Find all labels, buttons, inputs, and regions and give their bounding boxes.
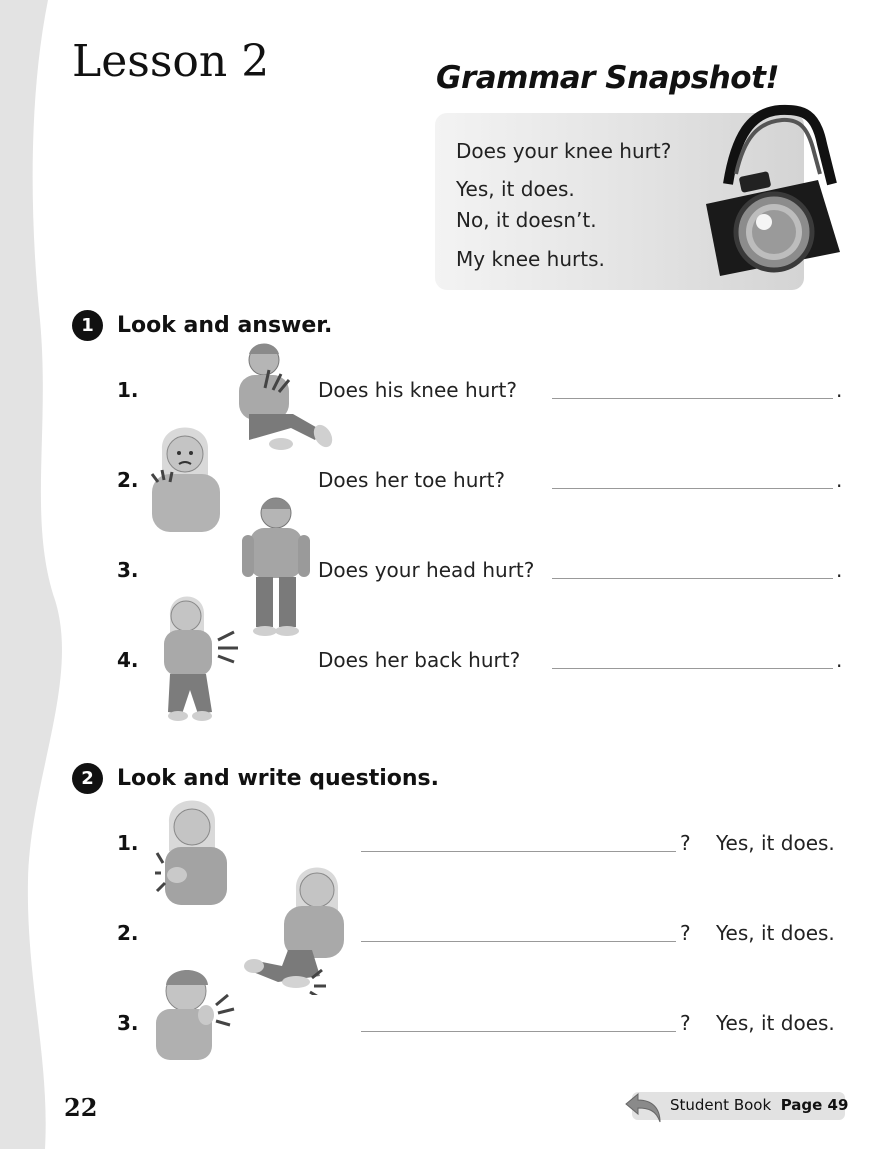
item-number: 2.	[117, 468, 139, 492]
snapshot-line: Yes, it does.	[456, 177, 575, 201]
item-number: 1.	[117, 378, 139, 402]
camera-icon	[706, 104, 840, 276]
question-blank[interactable]	[361, 851, 676, 852]
question-text: Does his knee hurt?	[318, 378, 517, 402]
question-blank[interactable]	[361, 1031, 676, 1032]
question-text: Does your head hurt?	[318, 558, 535, 582]
item-number: 3.	[117, 1011, 139, 1035]
section-number-badge: 1	[72, 310, 103, 341]
question-mark: ?	[680, 921, 691, 945]
girl-hand-hurt-illustration	[155, 800, 227, 905]
section-number-badge: 2	[72, 763, 103, 794]
item-number: 4.	[117, 648, 139, 672]
period: .	[836, 378, 843, 402]
period: .	[836, 468, 843, 492]
question-text: Does her back hurt?	[318, 648, 521, 672]
section-title: Look and answer.	[117, 313, 333, 338]
return-arrow-icon	[625, 1092, 661, 1123]
given-answer: Yes, it does.	[716, 921, 835, 945]
boy-shoulder-hurt-illustration	[156, 970, 235, 1060]
reference-book: Student Book	[670, 1096, 772, 1114]
grammar-snapshot-title: Grammar Snapshot!	[436, 60, 780, 96]
reference-page: Page 49	[780, 1096, 849, 1114]
question-blank[interactable]	[361, 941, 676, 942]
girl-toe-hurt-illustration	[150, 427, 220, 532]
page-number: 22	[64, 1093, 98, 1122]
lesson-title: Lesson 2	[72, 36, 270, 87]
answer-blank[interactable]	[552, 668, 833, 669]
section-title: Look and write questions.	[117, 766, 439, 791]
item-number: 2.	[117, 921, 139, 945]
item-number: 1.	[117, 831, 139, 855]
period: .	[836, 558, 843, 582]
boy-head-hurt-illustration	[242, 497, 310, 636]
section-1-header: 1 Look and answer.	[72, 310, 332, 341]
section-2-header: 2 Look and write questions.	[72, 763, 439, 794]
page-edge-decoration	[0, 0, 62, 1149]
question-text: Does her toe hurt?	[318, 468, 506, 492]
given-answer: Yes, it does.	[716, 831, 835, 855]
girl-foot-hurt-illustration	[244, 867, 344, 995]
reference-text: Student Book Page 49	[670, 1096, 848, 1114]
snapshot-line: No, it doesn’t.	[456, 208, 597, 232]
question-mark: ?	[680, 831, 691, 855]
snapshot-line: Does your knee hurt?	[456, 139, 672, 163]
given-answer: Yes, it does.	[716, 1011, 835, 1035]
answer-blank[interactable]	[552, 398, 833, 399]
period: .	[836, 648, 843, 672]
snapshot-line: My knee hurts.	[456, 247, 605, 271]
question-mark: ?	[680, 1011, 691, 1035]
answer-blank[interactable]	[552, 578, 833, 579]
girl-back-hurt-illustration	[164, 596, 238, 721]
answer-blank[interactable]	[552, 488, 833, 489]
item-number: 3.	[117, 558, 139, 582]
